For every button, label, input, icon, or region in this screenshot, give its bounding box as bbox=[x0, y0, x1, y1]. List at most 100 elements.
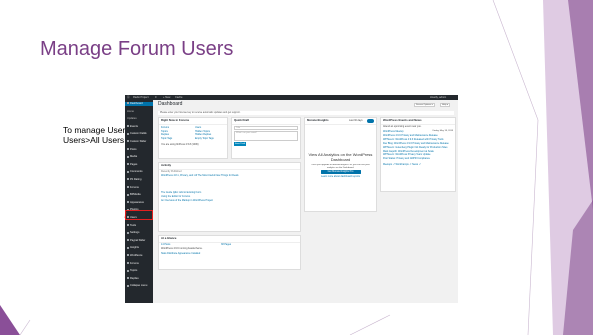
sidebar-item-settings[interactable]: Settings bbox=[127, 231, 152, 235]
sidebar-item-tools[interactable]: Tools bbox=[127, 224, 152, 228]
calendar-icon bbox=[127, 125, 129, 128]
get-insights-pro-button[interactable]: Get MonsterInsights Pro bbox=[320, 170, 361, 175]
license-notice: Please enter your license key to receive… bbox=[158, 111, 454, 115]
sidebar-item-media[interactable]: Media bbox=[127, 155, 152, 159]
sidebar-item-label: Collapse menu bbox=[130, 284, 148, 288]
sidebar-item-forums[interactable]: Forums bbox=[127, 262, 152, 266]
sidebar-item-posts[interactable]: Posts bbox=[127, 148, 152, 152]
sidebar-item-label: Media bbox=[130, 155, 138, 159]
star-icon bbox=[127, 178, 129, 181]
users-menu-highlight-box bbox=[125, 210, 153, 220]
events-news-widget: WordPress Events and News Attend an upco… bbox=[380, 117, 456, 192]
news-item[interactable]: Post Status: Privacy and GDPR Compliance bbox=[381, 157, 455, 161]
insights-range[interactable]: Last 30 days bbox=[347, 119, 365, 123]
sidebar-item-label: Custom Fields bbox=[130, 132, 147, 136]
stat-topic-tags[interactable]: Topic Tags bbox=[159, 137, 193, 141]
adminbar-user[interactable]: Howdy, admin bbox=[430, 96, 446, 100]
brush-icon bbox=[127, 201, 129, 204]
slide-title: Manage Forum Users bbox=[40, 38, 234, 60]
shield-icon bbox=[127, 254, 129, 257]
sidebar-item-custom-slider[interactable]: Custom Slider bbox=[127, 140, 152, 144]
right-now-col1: Forums Topics Replies Topic Tags bbox=[159, 126, 193, 141]
pin-icon bbox=[127, 147, 129, 150]
forum-icon bbox=[127, 185, 129, 188]
sidebar-item-events[interactable]: Events bbox=[127, 125, 152, 129]
sidebar-item-home[interactable]: Home bbox=[127, 110, 152, 114]
screen-options-button[interactable]: Screen Options ▾ bbox=[414, 103, 435, 107]
sidebar-item-topics[interactable]: Topics bbox=[127, 269, 152, 273]
sidebar-item-label: Topics bbox=[130, 269, 138, 273]
bbpress-version: You are using bbPress 2.5.8 (1006) bbox=[161, 142, 199, 146]
sidebar-item-label: Appearance bbox=[130, 200, 144, 204]
sidebar-item-collapse-menu[interactable]: Collapse menu bbox=[127, 284, 152, 288]
sidebar-item-label: Insights bbox=[130, 246, 139, 250]
events-title: WordPress Events and News bbox=[381, 118, 455, 125]
save-draft-button[interactable]: Save Draft bbox=[234, 141, 246, 146]
activity-item[interactable]: An Overview of the Markup in WordPress P… bbox=[159, 199, 300, 203]
insights-title: MonsterInsights bbox=[305, 118, 376, 125]
page-icon bbox=[127, 163, 129, 166]
slider-icon bbox=[127, 140, 129, 143]
sidebar-item-pages[interactable]: Pages bbox=[127, 163, 152, 167]
activity-widget: Activity Recently Published WordPress 4.… bbox=[158, 162, 301, 232]
sidebar-item-comments[interactable]: Comments bbox=[127, 170, 152, 174]
admin-sidebar-menu: Dashboard Home Updates Events Custom Fields C… bbox=[125, 100, 153, 303]
stat-empty-tags[interactable]: Empty Topic Tags bbox=[193, 137, 227, 141]
events-footer-links[interactable]: Meetups ↗ WordCamps ↗ News ↗ bbox=[381, 163, 455, 167]
media-icon bbox=[127, 193, 129, 196]
sidebar-item-label: Posts bbox=[130, 147, 137, 151]
comment-icon bbox=[127, 170, 129, 173]
forum-icon bbox=[127, 261, 129, 264]
sidebar-item-pb-rating[interactable]: Pb Rating bbox=[127, 178, 152, 182]
sidebar-item-bpmedia[interactable]: BPMedia bbox=[127, 193, 152, 197]
sidebar-item-label: Settings bbox=[130, 231, 140, 235]
glance-pages[interactable]: 38 Pages bbox=[219, 243, 233, 247]
adminbar-cache[interactable]: Cache bbox=[175, 96, 183, 100]
sidebar-item-label: Pages bbox=[130, 162, 138, 166]
sidebar-item-insights[interactable]: Insights bbox=[127, 246, 152, 250]
sidebar-item-custom-fields[interactable]: Custom Fields bbox=[127, 132, 152, 136]
sidebar-item-label: Forums bbox=[130, 185, 139, 189]
sidebar-item-label: Updates bbox=[127, 117, 137, 121]
glance-footer-links[interactable]: Stats Distribute Appearance Installed bbox=[159, 252, 300, 256]
glance-title: At a Glance bbox=[159, 236, 300, 243]
help-button[interactable]: Help ▾ bbox=[440, 103, 451, 107]
event-name[interactable]: WordPress Meetup bbox=[383, 130, 403, 134]
settings-icon bbox=[127, 231, 129, 234]
sidebar-item-replies[interactable]: Replies bbox=[127, 277, 152, 281]
adminbar-comments[interactable]: 0 bbox=[155, 96, 156, 100]
draft-title-input[interactable]: Title bbox=[234, 125, 298, 130]
sidebar-item-label: Home bbox=[127, 109, 134, 113]
sidebar-item-updates[interactable]: Updates bbox=[127, 117, 152, 121]
sidebar-item-label: Tools bbox=[130, 223, 137, 227]
sidebar-item-label: BPMedia bbox=[130, 193, 141, 197]
fields-icon bbox=[127, 132, 129, 135]
sidebar-item-dashboard[interactable]: Dashboard bbox=[125, 102, 153, 106]
right-now-col2: Users Hidden Topics Hidden Replies Empty… bbox=[193, 126, 227, 141]
sidebar-item-label: Pb Rating bbox=[130, 178, 142, 181]
right-now-widget: Right Now in Forums Forums Topics Replie… bbox=[158, 117, 228, 159]
sidebar-item-wordfence[interactable]: Wordfence bbox=[127, 254, 152, 258]
insights-headline: View All Analytics on the WordPress Dash… bbox=[308, 151, 373, 162]
sidebar-item-label: Events bbox=[130, 124, 138, 128]
event-date: Friday, May 18, 2018 bbox=[432, 129, 453, 132]
wordpress-dashboard-screenshot: ⓦ Radio Project 0 + New Cache Howdy, adm… bbox=[125, 95, 458, 303]
sidebar-item-label: Custom Slider bbox=[130, 140, 147, 143]
sidebar-item-appearance[interactable]: Appearance bbox=[127, 201, 152, 205]
monsterinsights-widget: MonsterInsights Last 30 days View All An… bbox=[304, 117, 377, 212]
right-now-title: Right Now in Forums bbox=[159, 118, 227, 125]
media-icon bbox=[127, 155, 129, 158]
topic-icon bbox=[127, 269, 129, 272]
glance-theme: WordPress 4.9.6 running Avada theme. bbox=[161, 246, 203, 250]
sidebar-item-label: Dashboard bbox=[130, 102, 143, 105]
adminbar-new[interactable]: + New bbox=[163, 96, 170, 100]
insights-description: Once you upgrade to MonsterInsights Pro,… bbox=[311, 163, 370, 169]
sidebar-item-forums[interactable]: Forums bbox=[127, 186, 152, 190]
sidebar-item-paypal-slider[interactable]: Paypal Slider bbox=[127, 239, 152, 243]
insights-toggle[interactable] bbox=[367, 119, 374, 123]
slider-icon bbox=[127, 239, 129, 242]
insights-learn-more[interactable]: Learn more about dashboard reports bbox=[305, 175, 376, 179]
sidebar-item-label: Wordfence bbox=[130, 254, 143, 257]
draft-content-input[interactable]: What's on your mind? bbox=[234, 130, 298, 141]
sidebar-item-label: Replies bbox=[130, 276, 139, 280]
